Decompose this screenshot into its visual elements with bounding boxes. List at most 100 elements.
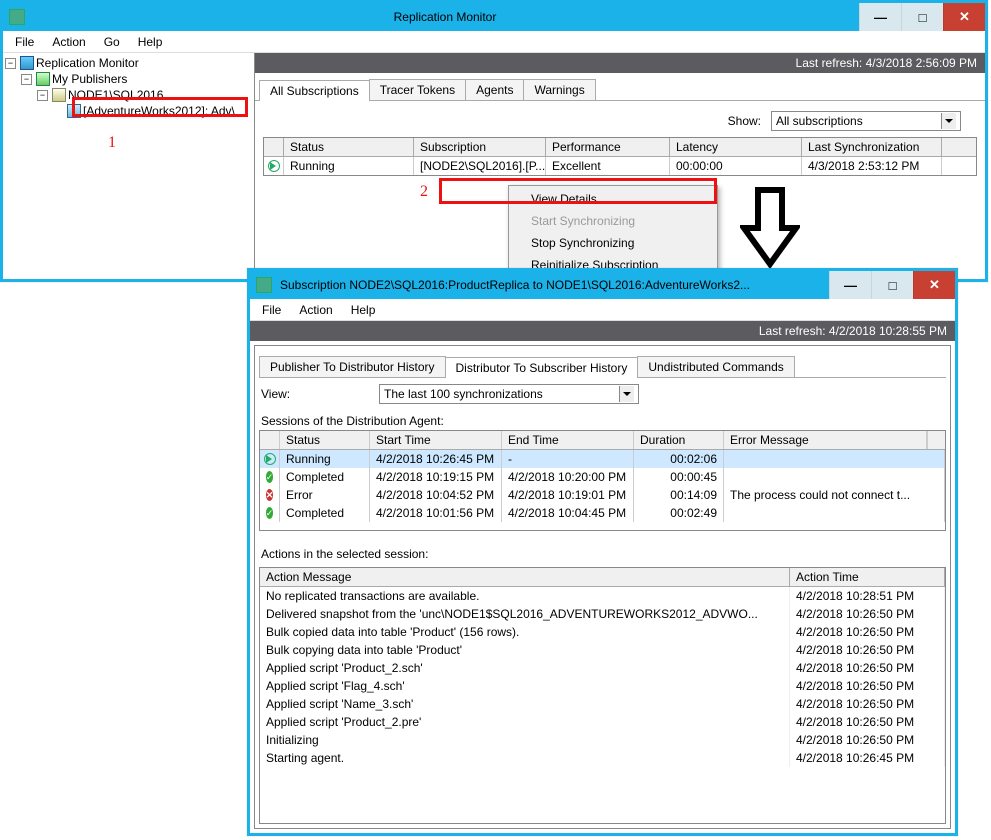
close-button[interactable]: ✕ bbox=[943, 3, 985, 31]
cell-time: 4/2/2018 10:26:50 PM bbox=[790, 695, 945, 713]
table-row[interactable]: ✕Error4/2/2018 10:04:52 PM4/2/2018 10:19… bbox=[260, 486, 945, 504]
maximize-button[interactable]: □ bbox=[871, 271, 913, 299]
minimize-button[interactable]: — bbox=[859, 3, 901, 31]
chevron-down-icon[interactable] bbox=[941, 113, 956, 129]
cell-status: Error bbox=[280, 486, 370, 504]
tree-server[interactable]: −NODE1\SQL2016 bbox=[5, 87, 252, 103]
menu-help[interactable]: Help bbox=[130, 33, 171, 51]
replication-monitor-window: Replication Monitor — □ ✕ File Action Go… bbox=[0, 0, 988, 282]
running-icon bbox=[268, 160, 280, 172]
tab-undistributed[interactable]: Undistributed Commands bbox=[637, 356, 794, 377]
menu-go[interactable]: Go bbox=[96, 33, 128, 51]
title-bar[interactable]: Replication Monitor — □ ✕ bbox=[3, 3, 985, 31]
menu-action[interactable]: Action bbox=[291, 301, 340, 319]
column-header-performance[interactable]: Performance bbox=[546, 138, 670, 156]
table-row[interactable]: Running [NODE2\SQL2016].[P... Excellent … bbox=[264, 157, 976, 175]
column-header-message[interactable]: Action Message bbox=[260, 568, 790, 586]
expander-icon[interactable]: − bbox=[37, 90, 48, 101]
tab-all-subscriptions[interactable]: All Subscriptions bbox=[259, 80, 370, 101]
menu-file[interactable]: File bbox=[7, 33, 42, 51]
column-header-latency[interactable]: Latency bbox=[670, 138, 802, 156]
cell-time: 4/2/2018 10:26:50 PM bbox=[790, 605, 945, 623]
column-header-status[interactable]: Status bbox=[280, 431, 370, 449]
minimize-button[interactable]: — bbox=[829, 271, 871, 299]
actions-label: Actions in the selected session: bbox=[259, 543, 946, 563]
tab-dist-to-sub[interactable]: Distributor To Subscriber History bbox=[445, 357, 639, 378]
cell-error bbox=[724, 504, 945, 522]
table-row[interactable]: Applied script 'Product_2.sch'4/2/2018 1… bbox=[260, 659, 945, 677]
column-header-last-sync[interactable]: Last Synchronization bbox=[802, 138, 942, 156]
expander-icon[interactable]: − bbox=[21, 74, 32, 85]
sessions-grid: Status Start Time End Time Duration Erro… bbox=[259, 430, 946, 531]
title-bar[interactable]: Subscription NODE2\SQL2016:ProductReplic… bbox=[250, 271, 955, 299]
cell-duration: 00:02:06 bbox=[634, 450, 724, 468]
chevron-down-icon[interactable] bbox=[619, 386, 634, 402]
table-row[interactable]: Bulk copied data into table 'Product' (1… bbox=[260, 623, 945, 641]
menu-action[interactable]: Action bbox=[44, 33, 93, 51]
sessions-rows[interactable]: Running4/2/2018 10:26:45 PM-00:02:06✓Com… bbox=[260, 450, 945, 530]
table-row[interactable]: No replicated transactions are available… bbox=[260, 587, 945, 605]
cell-message: Applied script 'Flag_4.sch' bbox=[260, 677, 790, 695]
ctx-view-details[interactable]: View Details bbox=[511, 188, 715, 210]
table-row[interactable]: Applied script 'Flag_4.sch'4/2/2018 10:2… bbox=[260, 677, 945, 695]
column-header-status[interactable]: Status bbox=[284, 138, 414, 156]
close-button[interactable]: ✕ bbox=[913, 271, 955, 299]
table-row[interactable]: Starting agent.4/2/2018 10:26:45 PM bbox=[260, 749, 945, 767]
table-row[interactable]: Applied script 'Name_3.sch'4/2/2018 10:2… bbox=[260, 695, 945, 713]
column-header-error[interactable]: Error Message bbox=[724, 431, 927, 449]
tab-agents[interactable]: Agents bbox=[465, 79, 524, 100]
column-header-subscription[interactable]: Subscription bbox=[414, 138, 546, 156]
table-row[interactable]: Bulk copying data into table 'Product'4/… bbox=[260, 641, 945, 659]
cell-start: 4/2/2018 10:04:52 PM bbox=[370, 486, 502, 504]
ctx-stop-sync[interactable]: Stop Synchronizing bbox=[511, 232, 715, 254]
cell-end: - bbox=[502, 450, 634, 468]
view-label: View: bbox=[261, 387, 371, 401]
table-row[interactable]: Delivered snapshot from the 'unc\NODE1$S… bbox=[260, 605, 945, 623]
subscription-detail-window: Subscription NODE2\SQL2016:ProductReplic… bbox=[247, 268, 958, 836]
column-header-end[interactable]: End Time bbox=[502, 431, 634, 449]
column-header-icon[interactable] bbox=[260, 431, 280, 449]
window-title: Subscription NODE2\SQL2016:ProductReplic… bbox=[278, 278, 829, 292]
tree-label: My Publishers bbox=[52, 72, 127, 86]
tree-root[interactable]: −Replication Monitor bbox=[5, 55, 252, 71]
cell-time: 4/2/2018 10:28:51 PM bbox=[790, 587, 945, 605]
column-header-duration[interactable]: Duration bbox=[634, 431, 724, 449]
tree-publication[interactable]: [AdventureWorks2012]: Adv\ bbox=[5, 103, 252, 119]
cell-time: 4/2/2018 10:26:50 PM bbox=[790, 659, 945, 677]
column-header-start[interactable]: Start Time bbox=[370, 431, 502, 449]
cell-message: Bulk copied data into table 'Product' (1… bbox=[260, 623, 790, 641]
tabs: All Subscriptions Tracer Tokens Agents W… bbox=[255, 73, 985, 101]
table-row[interactable]: Running4/2/2018 10:26:45 PM-00:02:06 bbox=[260, 450, 945, 468]
cell-start: 4/2/2018 10:26:45 PM bbox=[370, 450, 502, 468]
table-row[interactable]: Applied script 'Product_2.pre'4/2/2018 1… bbox=[260, 713, 945, 731]
column-header-icon[interactable] bbox=[264, 138, 284, 156]
cell-duration: 00:02:49 bbox=[634, 504, 724, 522]
actions-rows[interactable]: No replicated transactions are available… bbox=[260, 587, 945, 823]
cell-end: 4/2/2018 10:04:45 PM bbox=[502, 504, 634, 522]
last-refresh-text: Last refresh: 4/2/2018 10:28:55 PM bbox=[759, 324, 947, 338]
menu-help[interactable]: Help bbox=[343, 301, 384, 319]
tree-pane[interactable]: −Replication Monitor −My Publishers −NOD… bbox=[3, 53, 255, 279]
tab-warnings[interactable]: Warnings bbox=[523, 79, 595, 100]
menu-file[interactable]: File bbox=[254, 301, 289, 319]
ctx-start-sync[interactable]: Start Synchronizing bbox=[511, 210, 715, 232]
column-header-time[interactable]: Action Time bbox=[790, 568, 945, 586]
expander-icon[interactable]: − bbox=[5, 58, 16, 69]
view-dropdown[interactable]: The last 100 synchronizations bbox=[379, 384, 639, 404]
monitor-icon bbox=[20, 56, 34, 70]
show-dropdown[interactable]: All subscriptions bbox=[771, 111, 961, 131]
table-row[interactable]: ✓Completed4/2/2018 10:01:56 PM4/2/2018 1… bbox=[260, 504, 945, 522]
menu-bar: File Action Help bbox=[250, 299, 955, 321]
tab-tracer-tokens[interactable]: Tracer Tokens bbox=[369, 79, 466, 100]
tree-publishers[interactable]: − My Publishers bbox=[5, 71, 252, 87]
server-icon bbox=[52, 88, 66, 102]
table-row[interactable]: ✓Completed4/2/2018 10:19:15 PM4/2/2018 1… bbox=[260, 468, 945, 486]
cell-message: Applied script 'Name_3.sch' bbox=[260, 695, 790, 713]
tree-label: [AdventureWorks2012]: Adv\ bbox=[83, 104, 235, 118]
dropdown-value: The last 100 synchronizations bbox=[384, 387, 543, 401]
cell-performance: Excellent bbox=[546, 157, 670, 175]
context-menu: View Details Start Synchronizing Stop Sy… bbox=[508, 185, 718, 279]
maximize-button[interactable]: □ bbox=[901, 3, 943, 31]
tab-pub-to-dist[interactable]: Publisher To Distributor History bbox=[259, 356, 446, 377]
table-row[interactable]: Initializing4/2/2018 10:26:50 PM bbox=[260, 731, 945, 749]
